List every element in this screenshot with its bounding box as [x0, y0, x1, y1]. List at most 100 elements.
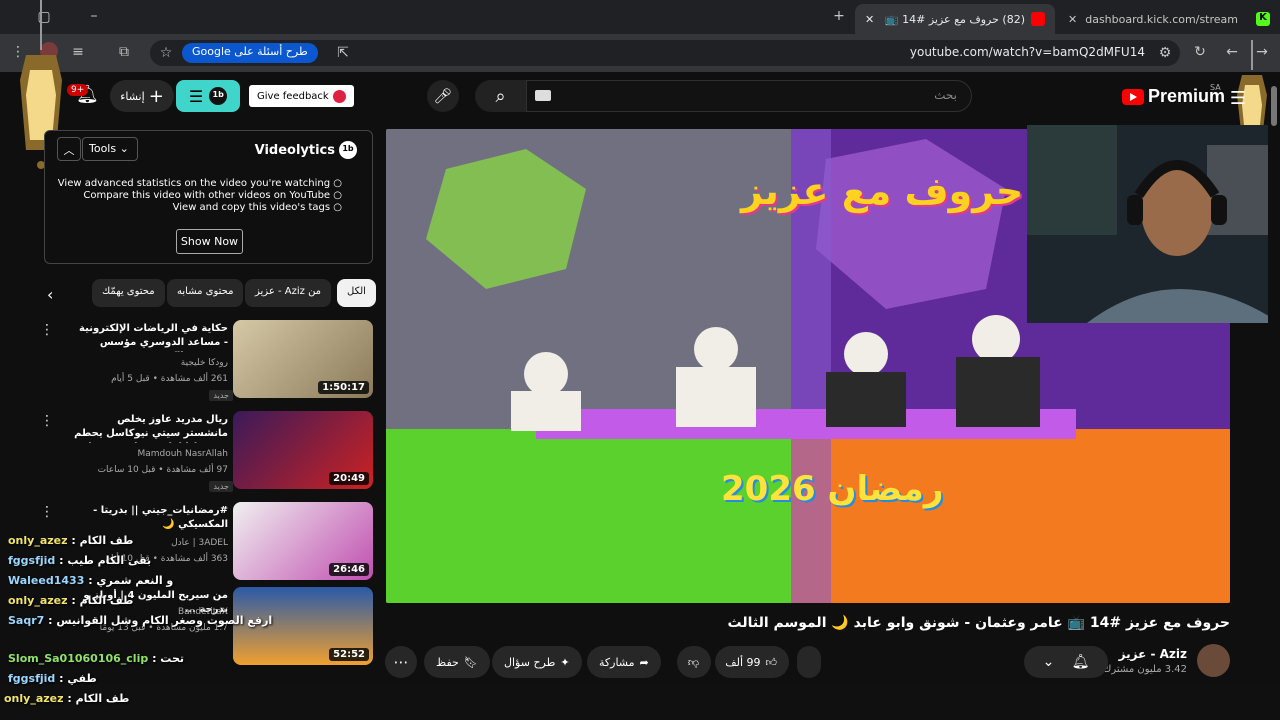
bookmark-star-icon[interactable]: ☆ — [156, 45, 176, 61]
video-thumbnail[interactable]: 26:46 — [233, 502, 373, 580]
browser-tab-bar: ▢ – + ✕ (82) حروف مع عزيز #14 📺 عامر ✕ d… — [0, 0, 1280, 34]
chat-message: only_azez : طف الكام — [8, 534, 134, 547]
thumbs-down-icon: 👎︎ — [687, 655, 699, 669]
stream-chat-overlay: only_azez : طف الكام fggsfjid : بقى الكا… — [0, 530, 272, 710]
like-count: 99 ألف — [725, 655, 761, 669]
list-item[interactable]: 1:50:17 حكاية في الرياضات الإلكترونية - … — [0, 320, 380, 410]
tab-youtube[interactable]: ✕ (82) حروف مع عزيز #14 📺 عامر — [855, 4, 1055, 34]
share-button — [797, 646, 821, 678]
chip-from-channel[interactable]: من Aziz - عزيز — [245, 279, 332, 307]
ask-label: طرح سؤال — [504, 655, 556, 669]
bookmark-icon: 🔖︎ — [463, 655, 478, 669]
channel-name-main[interactable]: Aziz - عزيز — [1119, 647, 1187, 661]
site-settings-icon[interactable]: ⚙ — [1155, 45, 1175, 61]
chat-message: only_azez : طف الكام — [8, 594, 134, 607]
save-button[interactable]: 🔖︎ حفظ — [424, 646, 490, 678]
give-feedback-button[interactable]: Give feedback — [249, 85, 354, 107]
feature-item: View advanced statistics on the video yo… — [57, 178, 342, 189]
tab-kick-label: dashboard.kick.com/stream — [1085, 12, 1238, 26]
ask-button[interactable]: ✦ طرح سؤال — [492, 646, 582, 678]
duration-badge: 20:49 — [329, 472, 369, 485]
videolytics-logo-icon — [332, 89, 346, 103]
show-now-button[interactable]: Show Now — [176, 229, 243, 254]
plus-icon: + — [148, 85, 164, 107]
save-label: حفظ — [436, 655, 459, 669]
more-actions-icon[interactable]: ⋮ — [40, 504, 54, 520]
thumbs-up-icon: 👍︎ — [765, 655, 778, 669]
close-tab-icon[interactable]: ✕ — [1068, 13, 1077, 26]
show-title-art: حروف مع عزيز — [741, 169, 1024, 213]
more-actions-icon[interactable]: ⋮ — [40, 322, 54, 338]
search-input[interactable]: بحث — [526, 80, 972, 112]
reload-icon[interactable]: ↻ — [1190, 44, 1210, 60]
chip-related[interactable]: محتوى مشابه — [167, 279, 244, 307]
webcam-overlay — [1027, 125, 1280, 323]
more-actions-button[interactable]: ⋯ — [385, 646, 417, 678]
video-title[interactable]: حكاية في الرياضات الإلكترونية - مساعد ال… — [72, 322, 228, 352]
like-button[interactable]: 👍︎ 99 ألف — [715, 646, 789, 678]
channel-avatar[interactable] — [1197, 644, 1230, 677]
share-icon: ➦ — [639, 655, 649, 669]
video-thumbnail[interactable]: 1:50:17 — [233, 320, 373, 398]
videolytics-logo-icon: 1b — [339, 141, 357, 159]
subscribed-bell-button[interactable]: ⌄ 🔔︎ — [1024, 646, 1108, 678]
channel-name[interactable]: رودكا خليجية — [181, 358, 228, 368]
videolytics-title: Videolytics 1b — [255, 141, 357, 159]
chat-message: Saqr7 : ارفع الصوت وصغر الكام وشل القوان… — [8, 614, 273, 627]
video-meta: 97 ألف مشاهدة • قبل 10 ساعات — [97, 465, 228, 475]
tab-kick[interactable]: ✕ dashboard.kick.com/stream K — [1058, 4, 1280, 34]
videolytics-menu-button[interactable]: ☰ 1b — [176, 80, 240, 112]
video-title-main: حروف مع عزيز #14 📺 عامر وعثمان - شونق وا… — [727, 615, 1230, 631]
video-title[interactable]: #رمضانيات_جيني || بدريتا - المكسيكي 🌙 — [72, 504, 228, 532]
search-icon: ⌕ — [495, 85, 506, 107]
chevron-down-icon: ⌄ — [1042, 654, 1055, 670]
create-button[interactable]: إنشاء + — [110, 80, 174, 112]
keyboard-icon[interactable] — [535, 90, 551, 101]
duration-badge: 26:46 — [329, 563, 369, 576]
chip-recommended[interactable]: محتوى يهمّك — [92, 279, 165, 307]
share-label: مشاركة — [599, 655, 635, 669]
hamburger-menu-icon[interactable]: ☰ — [1228, 88, 1248, 109]
bell-icon: 🔔︎ — [1071, 654, 1090, 670]
channel-name[interactable]: Mamdouh NasrAllah — [137, 449, 228, 459]
more-actions-icon[interactable]: ⋮ — [40, 413, 54, 429]
chat-message: Slom_Sa01060106_clip : تحت — [8, 652, 184, 665]
page-scrollbar[interactable] — [1268, 72, 1280, 682]
video-title[interactable]: ريال مدريد عاوز يخلص مانشستر سيتي نيوكاس… — [72, 413, 228, 443]
close-tab-icon[interactable]: ✕ — [865, 13, 874, 26]
voice-search-button[interactable]: 🎤︎ — [427, 80, 459, 112]
reading-list-icon[interactable]: ≡ — [68, 44, 88, 60]
chat-message: only_azez : طف الكام — [4, 692, 130, 705]
video-thumbnail[interactable]: 20:49 — [233, 411, 373, 489]
chips-scroll-arrow-icon[interactable]: ‹ — [47, 285, 53, 304]
videolytics-title-text: Videolytics — [254, 142, 335, 158]
menu-lines-icon: ☰ — [188, 86, 204, 106]
dislike-button[interactable]: 👎︎ — [677, 646, 711, 678]
tools-dropdown[interactable]: Tools ⌄ — [82, 137, 138, 161]
ramadan-title-art: رمضان 2026 — [721, 469, 944, 509]
new-badge: جديد — [209, 481, 233, 492]
share-button[interactable]: ➦ مشاركة — [587, 646, 661, 678]
screenshot-icon[interactable]: ⇱ — [333, 45, 353, 61]
scrollbar-thumb[interactable] — [1271, 86, 1277, 126]
collapse-button[interactable]: ︿ — [57, 137, 81, 161]
region-code: SA — [1210, 83, 1221, 92]
google-ask-chip[interactable]: طرح أسئلة على Google — [182, 43, 318, 63]
feature-item: View and copy this video's tags ○ — [172, 202, 342, 213]
list-item[interactable]: 20:49 ريال مدريد عاوز يخلص مانشستر سيتي … — [0, 411, 380, 501]
window-minimize-icon[interactable]: – — [84, 8, 104, 24]
create-label: إنشاء — [120, 89, 145, 103]
feedback-label: Give feedback — [257, 90, 329, 102]
search-button[interactable]: ⌕ — [475, 80, 526, 112]
duration-badge: 52:52 — [329, 648, 369, 661]
new-tab-button[interactable]: + — [829, 8, 849, 24]
chat-message: fggsfjid : طفي — [8, 672, 97, 685]
extensions-icon[interactable]: ⧉ — [114, 44, 134, 60]
sparkle-icon: ✦ — [560, 655, 570, 669]
tab-youtube-label: (82) حروف مع عزيز #14 📺 عامر — [882, 12, 1025, 26]
url-text[interactable]: youtube.com/watch?v=bamQ2dMFU14 — [910, 45, 1145, 59]
duration-badge: 1:50:17 — [318, 381, 369, 394]
notifications-badge: 9+ — [67, 84, 89, 96]
chip-all[interactable]: الكل — [337, 279, 376, 307]
video-meta: 261 ألف مشاهدة • قبل 5 أيام — [111, 374, 228, 384]
